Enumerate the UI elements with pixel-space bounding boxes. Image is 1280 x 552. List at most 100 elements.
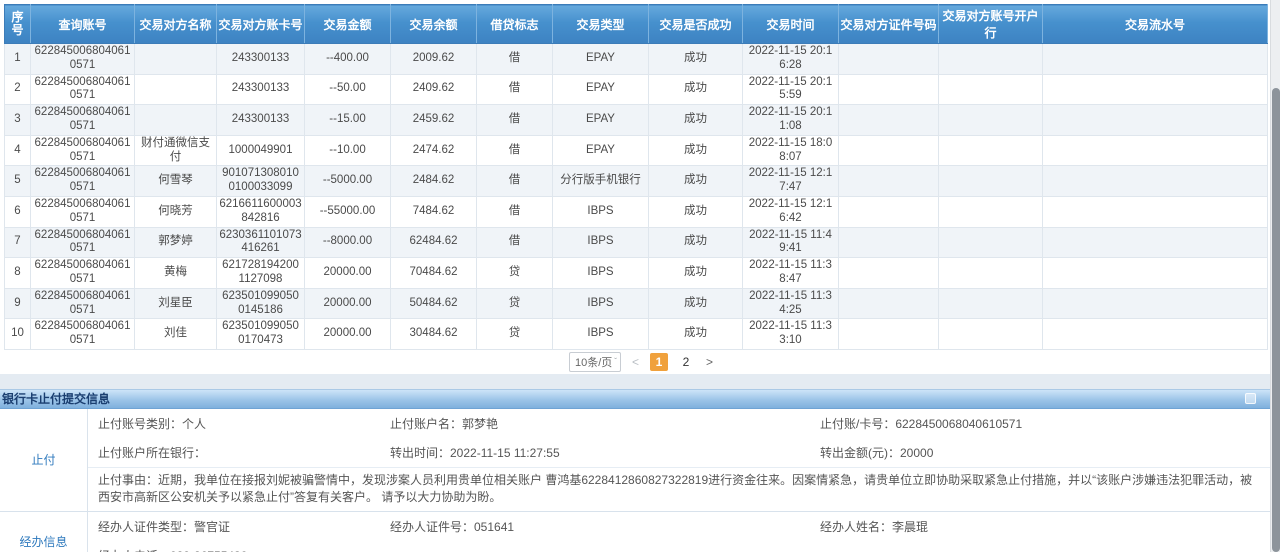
table-row: 86228450068040610571黄梅621728194200112709… (5, 258, 1268, 289)
table-cell (839, 258, 939, 289)
table-cell: 财付通微信支付 (135, 135, 217, 166)
table-cell: 贷 (477, 258, 553, 289)
table-cell: 6 (5, 196, 31, 227)
page-button-2[interactable]: 2 (677, 353, 695, 371)
column-header-seq: 序号 (5, 5, 31, 44)
table-cell: 20000.00 (305, 258, 391, 289)
table-cell: 9 (5, 288, 31, 319)
table-cell: --50.00 (305, 74, 391, 105)
table-cell: 6228450068040610571 (31, 74, 135, 105)
column-header: 交易对方证件号码 (839, 5, 939, 44)
column-header: 交易时间 (743, 5, 839, 44)
table-cell: EPAY (553, 135, 649, 166)
handler-group: 经办信息 经办人证件类型：警官证 经办人证件号：051641 经办人姓名：李晨琨… (0, 512, 1270, 552)
table-cell: 2459.62 (391, 105, 477, 136)
table-cell: 6228450068040610571 (31, 44, 135, 75)
table-cell: EPAY (553, 74, 649, 105)
transactions-panel: 序号 查询账号 交易对方名称 交易对方账卡号 交易金额 交易余额 借贷标志 交易… (0, 0, 1280, 374)
prev-page-button[interactable]: < (630, 355, 641, 369)
table-cell: 成功 (649, 105, 743, 136)
table-cell: 6217281942001127098 (217, 258, 305, 289)
page-size-label: 10条/页 (575, 354, 612, 370)
handler-phone: 经办人电话：029-86755430 (98, 547, 390, 552)
table-cell: 成功 (649, 135, 743, 166)
table-cell: 243300133 (217, 44, 305, 75)
table-cell: 6228450068040610571 (31, 166, 135, 197)
table-cell: --400.00 (305, 44, 391, 75)
table-cell (1043, 258, 1268, 289)
table-cell: 借 (477, 44, 553, 75)
section-gap (0, 374, 1280, 389)
table-cell: 成功 (649, 227, 743, 258)
table-cell (839, 166, 939, 197)
table-cell: 贷 (477, 288, 553, 319)
table-cell: 借 (477, 227, 553, 258)
table-cell: IBPS (553, 196, 649, 227)
column-header: 借贷标志 (477, 5, 553, 44)
table-cell: 2022-11-15 11:33:10 (743, 319, 839, 350)
chevron-down-icon: ˇ (614, 357, 617, 366)
table-cell: 2474.62 (391, 135, 477, 166)
table-cell: 5 (5, 166, 31, 197)
table-row: 96228450068040610571刘星臣62350109905001451… (5, 288, 1268, 319)
table-cell: 6235010990500145186 (217, 288, 305, 319)
table-cell: 243300133 (217, 74, 305, 105)
vertical-scrollbar (1270, 0, 1280, 552)
table-cell: --55000.00 (305, 196, 391, 227)
header-row: 序号 查询账号 交易对方名称 交易对方账卡号 交易金额 交易余额 借贷标志 交易… (5, 5, 1268, 44)
handler-cert-type: 经办人证件类型：警官证 (98, 518, 390, 535)
table-cell: 2022-11-15 12:16:42 (743, 196, 839, 227)
table-cell: 20000.00 (305, 288, 391, 319)
table-cell: 8 (5, 258, 31, 289)
column-header: 交易金额 (305, 5, 391, 44)
table-cell: 30484.62 (391, 319, 477, 350)
scrollbar-thumb[interactable] (1272, 88, 1280, 552)
transactions-table: 序号 查询账号 交易对方名称 交易对方账卡号 交易金额 交易余额 借贷标志 交易… (4, 4, 1268, 350)
table-row: 16228450068040610571243300133--400.00200… (5, 44, 1268, 75)
table-row: 26228450068040610571243300133--50.002409… (5, 74, 1268, 105)
table-cell: 2022-11-15 20:16:28 (743, 44, 839, 75)
table-cell: 1000049901 (217, 135, 305, 166)
transfer-amount: 转出金额(元)：20000 (820, 444, 1270, 461)
table-cell: 243300133 (217, 105, 305, 136)
page-size-select[interactable]: 10条/页 ˇ (569, 352, 621, 372)
table-cell (939, 288, 1043, 319)
column-header: 查询账号 (31, 5, 135, 44)
table-cell (939, 135, 1043, 166)
table-cell (1043, 319, 1268, 350)
table-cell: 6228450068040610571 (31, 288, 135, 319)
table-cell: 10 (5, 319, 31, 350)
pagination: 10条/页 ˇ < 1 2 > (4, 350, 1280, 374)
table-cell: 黄梅 (135, 258, 217, 289)
handler-label: 经办信息 (0, 512, 88, 552)
collapse-icon[interactable] (1245, 393, 1256, 404)
table-cell: 2022-11-15 18:08:07 (743, 135, 839, 166)
table-cell: 50484.62 (391, 288, 477, 319)
table-row: 76228450068040610571郭梦婷62303611010734162… (5, 227, 1268, 258)
table-cell: 何晓芳 (135, 196, 217, 227)
table-cell: 成功 (649, 166, 743, 197)
stop-account-name: 止付账户名：郭梦艳 (390, 415, 820, 432)
table-cell: 7484.62 (391, 196, 477, 227)
transfer-time: 转出时间：2022-11-15 11:27:55 (390, 444, 820, 461)
table-cell: 何雪琴 (135, 166, 217, 197)
handler-name: 经办人姓名：李晨琨 (820, 518, 1270, 535)
table-cell: IBPS (553, 319, 649, 350)
table-cell: 6235010990500170473 (217, 319, 305, 350)
table-cell (1043, 227, 1268, 258)
stop-bank: 止付账户所在银行： (98, 444, 390, 461)
table-cell: 成功 (649, 44, 743, 75)
table-cell: 4 (5, 135, 31, 166)
table-cell (135, 105, 217, 136)
table-cell: 6228450068040610571 (31, 105, 135, 136)
table-cell: 成功 (649, 288, 743, 319)
table-cell: 分行版手机银行 (553, 166, 649, 197)
section-title: 银行卡止付提交信息 (2, 390, 110, 407)
table-cell: 借 (477, 196, 553, 227)
table-cell: --5000.00 (305, 166, 391, 197)
table-cell (939, 227, 1043, 258)
column-header: 交易类型 (553, 5, 649, 44)
next-page-button[interactable]: > (704, 355, 715, 369)
table-cell (839, 196, 939, 227)
page-button-1[interactable]: 1 (650, 353, 668, 371)
